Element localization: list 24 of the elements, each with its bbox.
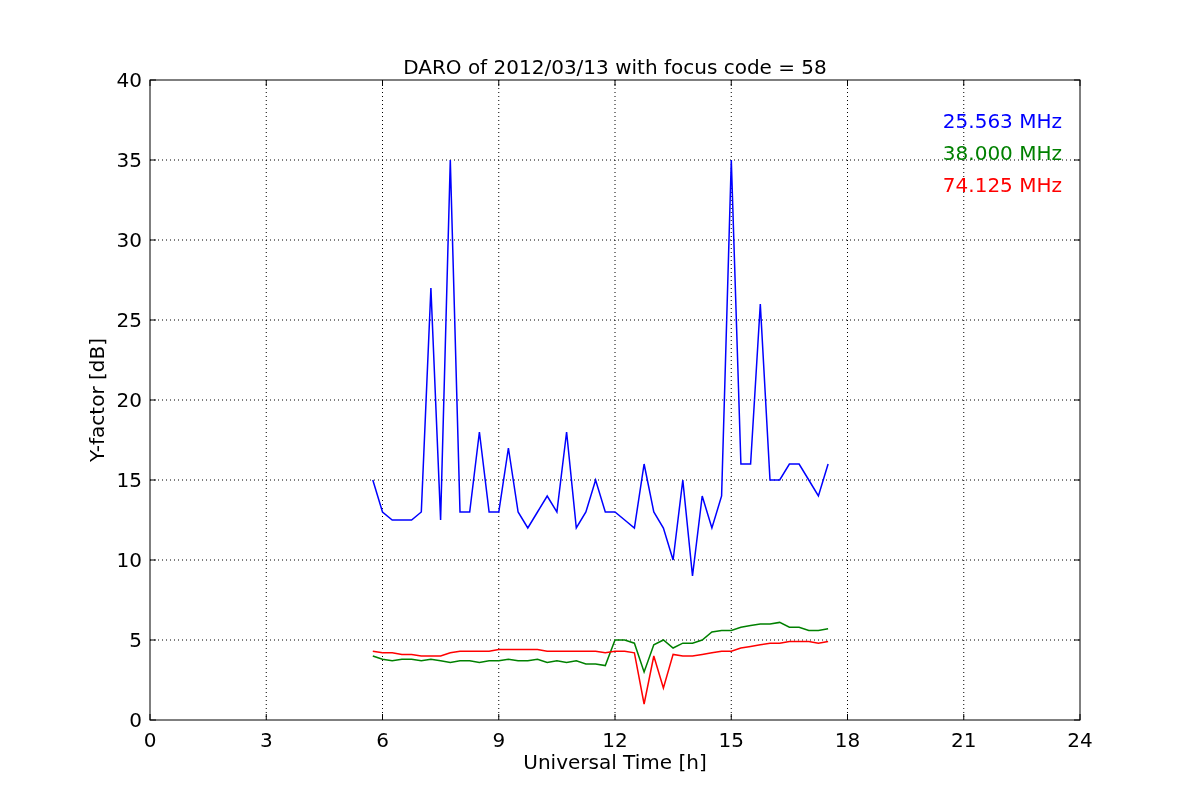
x-tick-label: 3 [259,728,273,752]
y-tick-label: 20 [116,388,142,412]
x-tick-label: 12 [602,728,628,752]
x-tick-label: 9 [492,728,506,752]
y-tick-label: 15 [116,468,142,492]
x-tick-label: 21 [951,728,977,752]
legend-label: 38.000 MHz [942,141,1062,165]
x-tick-label: 15 [718,728,744,752]
x-tick-label: 0 [143,728,157,752]
y-axis-label: Y-factor [dB] [85,338,109,462]
y-tick-label: 5 [129,628,142,652]
y-tick-label: 25 [116,308,142,332]
chart-title: DARO of 2012/03/13 with focus code = 58 [403,55,827,79]
x-axis-label: Universal Time [h] [523,750,707,774]
legend-label: 25.563 MHz [942,109,1062,133]
y-tick-label: 30 [116,228,142,252]
legend-label: 74.125 MHz [942,173,1062,197]
y-tick-label: 40 [116,68,142,92]
x-tick-label: 6 [376,728,389,752]
y-tick-label: 35 [116,148,142,172]
y-tick-label: 0 [129,708,142,732]
y-tick-label: 10 [116,548,142,572]
x-tick-label: 18 [834,728,861,752]
x-tick-label: 24 [1067,728,1093,752]
